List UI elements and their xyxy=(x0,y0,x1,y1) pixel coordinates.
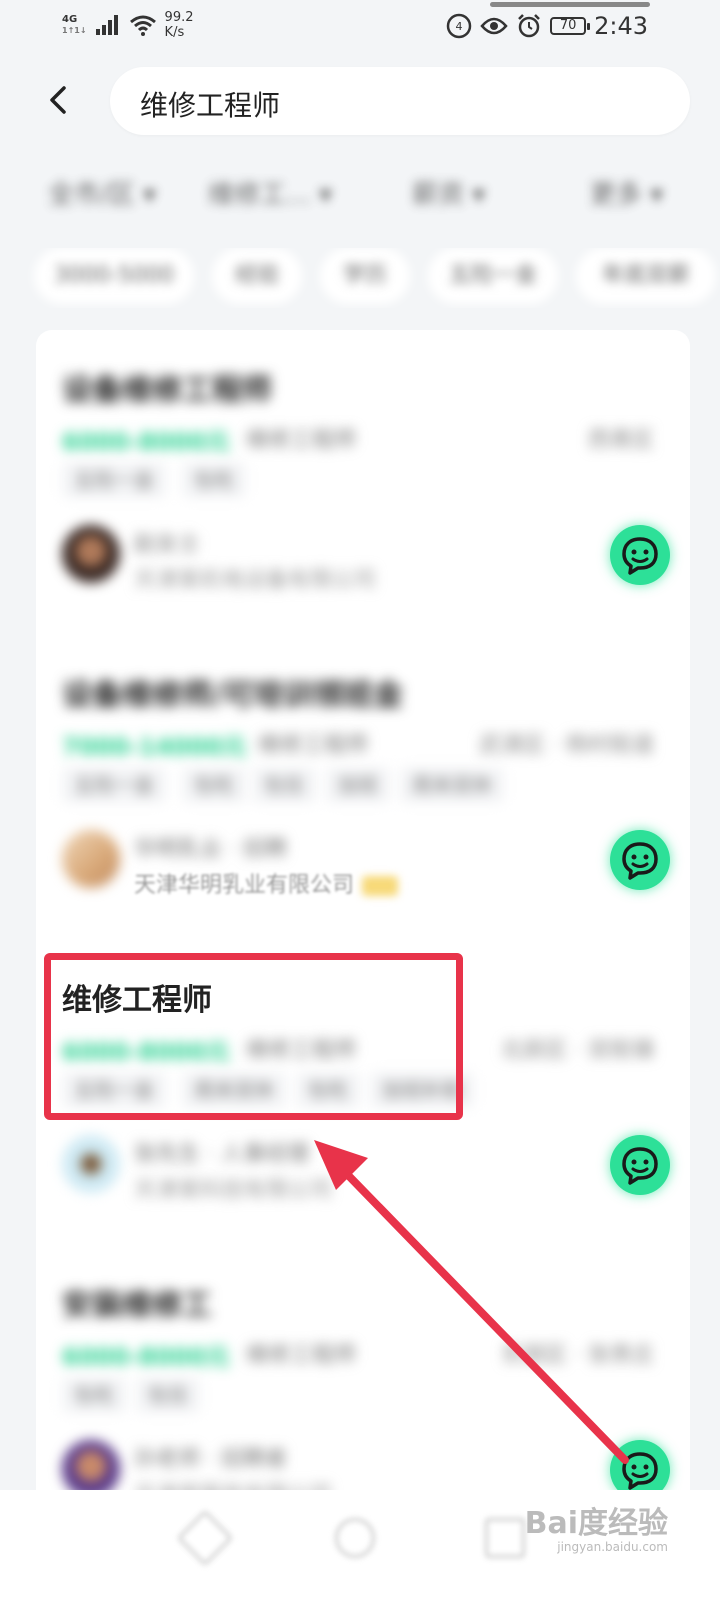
watermark-url: jingyan.baidu.com xyxy=(557,1540,668,1554)
nav-back-icon[interactable] xyxy=(176,1509,234,1567)
nav-recent-icon[interactable] xyxy=(485,1518,525,1558)
nav-home-icon[interactable] xyxy=(335,1518,375,1558)
annotation-arrow xyxy=(314,1140,629,1464)
watermark-brand: Bai度经验 xyxy=(524,1506,668,1541)
